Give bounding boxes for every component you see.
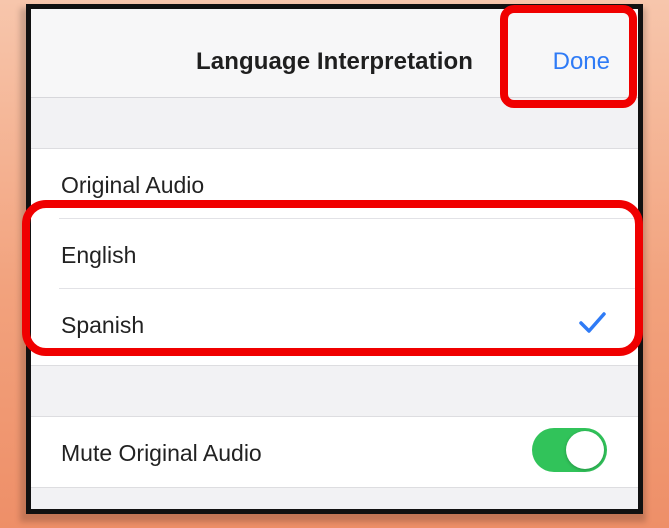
option-label: English	[61, 242, 137, 268]
option-original-audio[interactable]: Original Audio	[31, 149, 638, 219]
toggle-knob	[566, 431, 604, 469]
mute-label: Mute Original Audio	[61, 440, 262, 466]
done-button[interactable]: Done	[553, 48, 610, 76]
option-label: Spanish	[61, 312, 145, 338]
language-options-list: Original Audio English Spanish	[31, 148, 638, 366]
checkmark-icon	[579, 312, 606, 333]
page-title: Language Interpretation	[196, 48, 473, 75]
option-english[interactable]: English	[31, 219, 638, 289]
mute-original-audio-row: Mute Original Audio	[31, 416, 638, 488]
mute-row: Mute Original Audio	[31, 417, 638, 487]
option-label: Original Audio	[61, 172, 205, 198]
language-interpretation-panel: Language Interpretation Done Original Au…	[26, 4, 643, 514]
mute-toggle[interactable]	[532, 428, 607, 472]
option-spanish[interactable]: Spanish	[31, 289, 638, 359]
header-bar: Language Interpretation Done	[31, 9, 638, 98]
